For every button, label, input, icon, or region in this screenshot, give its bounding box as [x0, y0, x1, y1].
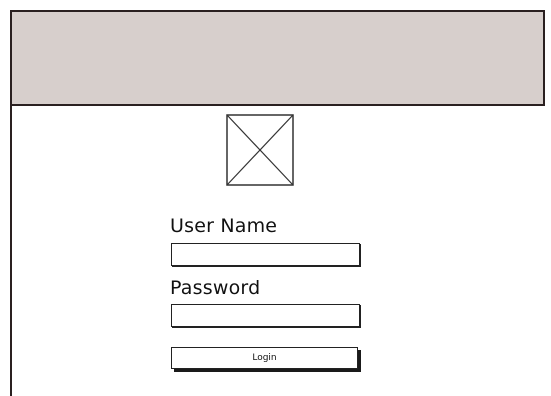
image-placeholder-icon	[226, 114, 294, 186]
content-left-border	[10, 106, 12, 396]
login-button[interactable]: Login	[171, 347, 358, 369]
username-label: User Name	[170, 215, 278, 237]
password-label: Password	[170, 277, 261, 299]
password-input[interactable]	[171, 304, 360, 327]
username-input[interactable]	[171, 243, 360, 266]
header-bar	[10, 10, 545, 106]
